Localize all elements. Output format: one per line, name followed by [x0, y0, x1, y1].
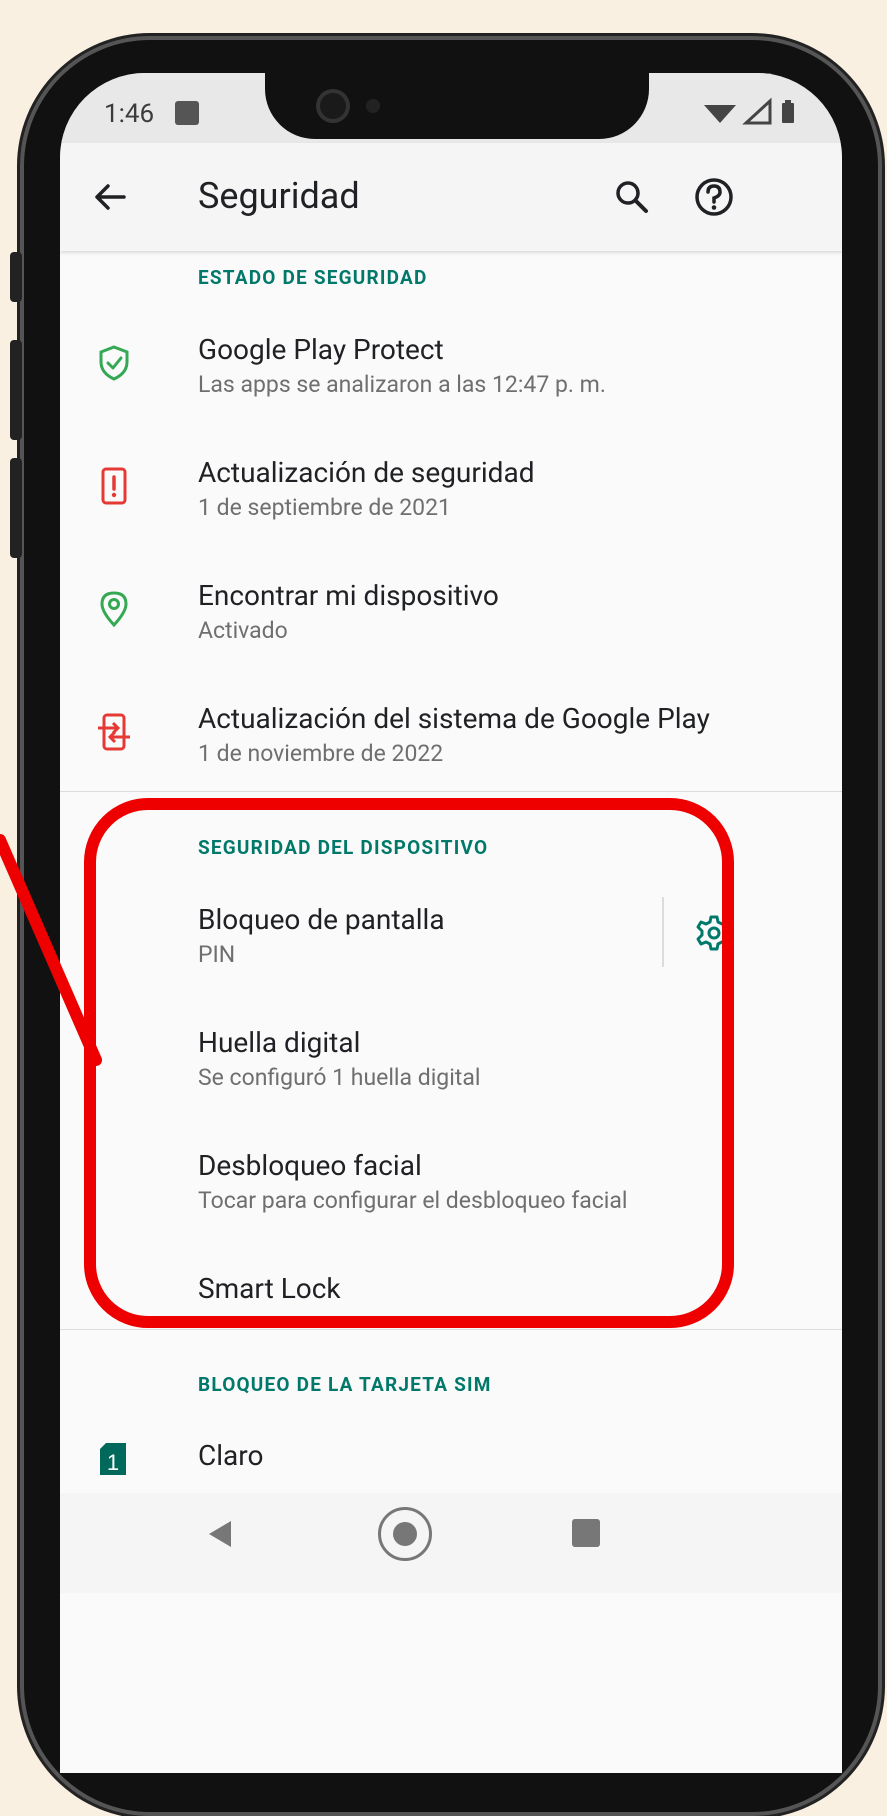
navigation-bar: [60, 1493, 842, 1593]
item-title: Actualización del sistema de Google Play: [198, 702, 710, 735]
signal-icon: [742, 97, 772, 125]
battery-icon: [782, 103, 794, 123]
camera-icon: [316, 89, 350, 123]
item-title: Google Play Protect: [198, 333, 444, 366]
list-item-security-update[interactable]: Actualización de seguridad 1 de septiemb…: [60, 456, 842, 566]
nav-home-icon[interactable]: [378, 1507, 432, 1561]
item-title: Encontrar mi dispositivo: [198, 579, 499, 612]
sim-badge: 1: [107, 1450, 119, 1475]
search-icon[interactable]: [608, 173, 656, 221]
item-subtitle: Las apps se analizaron a las 12:47 p. m.: [198, 371, 606, 398]
list-item-play-system-update[interactable]: Actualización del sistema de Google Play…: [60, 702, 842, 812]
list-item-play-protect[interactable]: Google Play Protect Las apps se analizar…: [60, 333, 842, 443]
status-bar: 1:46: [60, 73, 842, 143]
divider: [60, 791, 842, 792]
section-sim-lock: BLOQUEO DE LA TARJETA SIM: [198, 1373, 492, 1396]
sensor-icon: [366, 99, 380, 113]
page-title: Seguridad: [198, 175, 360, 217]
nav-back-icon[interactable]: [205, 1519, 235, 1549]
sim-card-icon: 1: [100, 1443, 126, 1475]
divider: [60, 1329, 842, 1330]
item-title: Actualización de seguridad: [198, 456, 535, 489]
annotation-line: [0, 834, 102, 1066]
item-subtitle: 1 de noviembre de 2022: [198, 740, 444, 767]
item-title: Claro: [198, 1439, 264, 1472]
item-subtitle: 1 de septiembre de 2021: [198, 494, 451, 521]
item-subtitle: Activado: [198, 617, 288, 644]
highlight-box: [84, 798, 734, 1328]
list-item-find-device[interactable]: Encontrar mi dispositivo Activado: [60, 579, 842, 689]
status-icons: [704, 97, 794, 125]
section-security-status: ESTADO DE SEGURIDAD: [198, 266, 428, 289]
wifi-icon: [704, 105, 736, 123]
help-icon[interactable]: [690, 173, 738, 221]
nav-recents-icon[interactable]: [572, 1519, 600, 1547]
app-bar: Seguridad: [60, 143, 842, 251]
notification-icon: [175, 101, 199, 125]
